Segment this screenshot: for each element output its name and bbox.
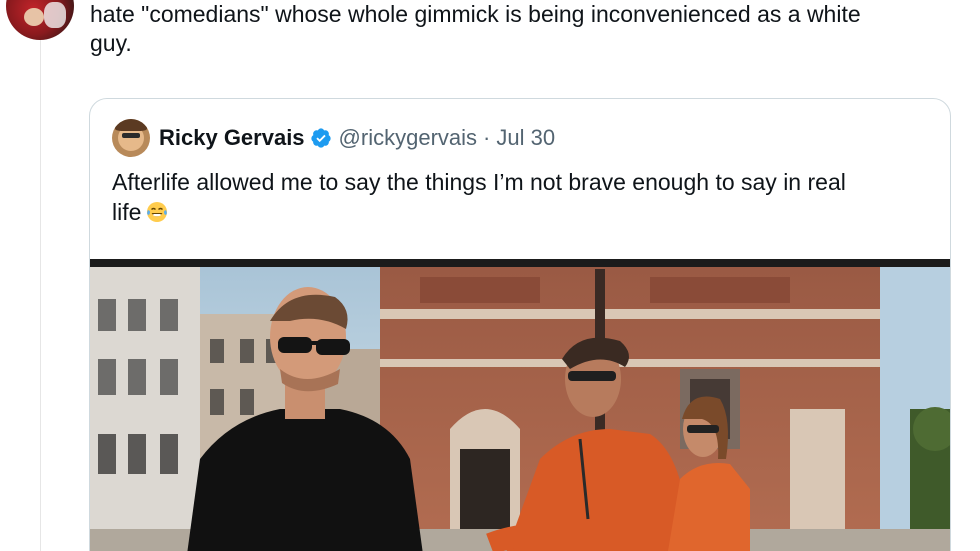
reply-text-line: hate "comedians" whose whole gimmick is … xyxy=(90,1,861,27)
quoted-text-line: Afterlife allowed me to say the things I… xyxy=(112,169,846,195)
video-frame-image xyxy=(90,259,950,551)
verified-badge-icon xyxy=(310,128,331,148)
quoted-tweet-video[interactable] xyxy=(90,259,950,551)
quoted-text-line-2: life xyxy=(112,197,932,227)
reply-author-avatar[interactable] xyxy=(6,0,74,40)
quoted-tweet-date[interactable]: Jul 30 xyxy=(496,125,555,151)
reply-text-line: guy. xyxy=(90,30,132,56)
face-with-tears-of-joy-icon xyxy=(147,202,168,222)
quoted-author-handle[interactable]: @rickygervais xyxy=(339,125,477,151)
tweet-page: hate "comedians" whose whole gimmick is … xyxy=(0,0,980,551)
quoted-tweet-text: Afterlife allowed me to say the things I… xyxy=(112,167,932,227)
quoted-tweet-card[interactable]: Ricky Gervais @rickygervais · Jul 30 Aft… xyxy=(89,98,951,551)
thread-line xyxy=(40,0,41,551)
quoted-author-avatar[interactable] xyxy=(112,119,150,157)
quoted-tweet-header: Ricky Gervais @rickygervais · Jul 30 xyxy=(112,119,555,157)
reply-text: hate "comedians" whose whole gimmick is … xyxy=(90,0,960,58)
header-separator: · xyxy=(483,125,491,150)
quoted-author-name[interactable]: Ricky Gervais xyxy=(159,125,305,151)
quoted-text-line: life xyxy=(112,199,142,225)
